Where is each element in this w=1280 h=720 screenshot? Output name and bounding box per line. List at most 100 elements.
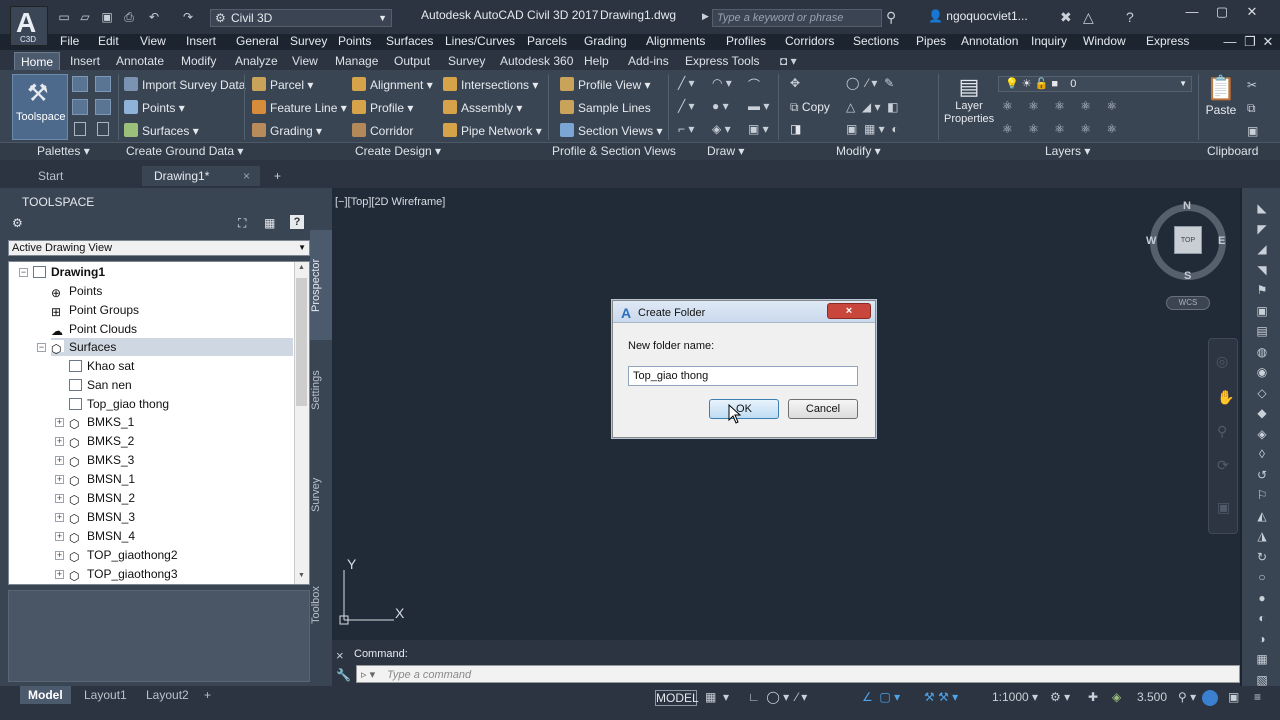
tab-annotate[interactable]: Annotate [116,52,164,70]
tab-manage[interactable]: Manage [335,52,378,70]
feature-line-button[interactable]: Feature Line ▾ [252,100,347,115]
line-icon[interactable]: ╱ ▾ [678,76,695,90]
surfaces-button[interactable]: Surfaces ▾ [124,123,199,138]
lock-icon[interactable]: ⚲ ▾ [1178,690,1196,704]
tree-folder-san-nen[interactable]: San nen [69,376,132,394]
tree-scrollbar-thumb[interactable] [296,278,307,406]
hatch-icon[interactable]: ◈ ▾ [712,122,731,136]
alignment-button[interactable]: Alignment ▾ [352,77,433,92]
menu-alignments[interactable]: Alignments [646,34,705,48]
tab-prospector[interactable]: Prospector [310,230,332,340]
toolspace-tree-icon[interactable]: ⛶ [238,216,246,231]
parcel-button[interactable]: Parcel ▾ [252,77,313,92]
viewcube-west[interactable]: W [1146,235,1156,247]
ok-button[interactable]: OK [709,399,779,419]
match-icon[interactable]: ▣ [1247,124,1258,138]
expand-icon[interactable]: + [55,570,64,579]
tree-folder-khao-sat[interactable]: Khao sat [69,357,134,375]
import-survey-data-button[interactable]: Import Survey Data [124,77,245,92]
viewport-controls[interactable]: [−][Top][2D Wireframe] [335,196,445,208]
intersections-button[interactable]: Intersections ▾ [443,77,538,92]
copy-button[interactable]: ⧉ Copy [790,100,830,115]
tab-survey-vertical[interactable]: Survey [310,440,332,550]
survey-icon[interactable] [72,99,88,115]
active-drawing-view-select[interactable]: Active Drawing View ▼ [8,240,310,256]
tab-model[interactable]: Model [20,686,71,704]
tree-item-point-groups[interactable]: ⊞ Point Groups [51,301,139,319]
arc-icon[interactable]: ◠ ▾ [712,76,732,90]
viewcube-south[interactable]: S [1184,270,1191,282]
panel-layers[interactable]: Layers ▾ [1045,144,1090,158]
prospector-icon[interactable] [72,76,88,92]
customize-status-icon[interactable]: ≡ [1254,690,1261,704]
paste-button[interactable]: 📋 Paste [1204,74,1238,117]
expand-icon[interactable]: + [55,551,64,560]
tab-layout1[interactable]: Layout1 [76,686,135,704]
stretch-icon[interactable]: ◨ [790,122,801,136]
layer-tools-row2[interactable]: ⚛ ⚛ ⚛ ⚛ ⚛ [1002,122,1123,136]
tab-drawing1[interactable]: Drawing1* × [142,166,260,186]
expand-icon[interactable]: + [55,437,64,446]
navigation-bar[interactable]: ◎ ✋ ⚲ ⟳ ▣ [1208,338,1238,534]
menu-express[interactable]: Express [1146,34,1189,48]
a360-icon[interactable]: △ [1083,9,1094,26]
close-command-icon[interactable]: × [336,648,344,663]
rectangle-icon[interactable]: ▬ ▾ [748,99,769,113]
menu-survey[interactable]: Survey [290,34,327,48]
doc-close-button[interactable]: ✕ [1256,34,1280,50]
tree-surface-top-giaothong3[interactable]: ⬡ TOP_giaothong3 [69,565,178,583]
search-input[interactable]: Type a keyword or phrase [712,9,882,27]
scroll-up-icon[interactable]: ▲ [298,264,305,271]
expand-icon[interactable]: ▶ [702,11,709,22]
grid-icon[interactable]: ▦ ▾ [705,690,729,704]
grading-button[interactable]: Grading ▾ [252,123,322,138]
fullscreen-icon[interactable]: ▣ [1228,690,1239,704]
tree-item-point-clouds[interactable]: ☁ Point Clouds [51,320,137,338]
settings-icon[interactable] [95,76,111,92]
assembly-button[interactable]: Assembly ▾ [443,100,522,115]
zoom-icon[interactable]: ⚲ [1217,423,1227,440]
menu-parcels[interactable]: Parcels [527,34,567,48]
scroll-down-icon[interactable]: ▼ [298,572,305,579]
workspace-icon[interactable]: ◈ [1112,690,1121,704]
polyline-icon[interactable]: ⌒ [748,76,760,93]
palette2-icon[interactable] [97,122,109,136]
osnap-icon[interactable]: ∠ ▢ ▾ [862,690,900,704]
layer-tools-row1[interactable]: ⚛ ⚛ ⚛ ⚛ ⚛ [1002,99,1123,113]
expand-icon[interactable]: + [55,513,64,522]
tab-settings-vertical[interactable]: Settings [310,340,332,440]
menu-edit[interactable]: Edit [98,34,119,48]
tree-surface-bmks-3[interactable]: ⬡ BMKS_3 [69,451,134,469]
user-account[interactable]: 👤 ngoquocviet1... [928,9,1028,23]
expand-icon[interactable]: + [55,456,64,465]
binoculars-icon[interactable]: ⚲ [886,9,896,26]
tree-surface-bmsn-2[interactable]: ⬡ BMSN_2 [69,489,135,507]
add-layout-button[interactable]: + [196,686,219,704]
layer-properties-button[interactable]: ▤ Layer Properties [944,74,994,126]
settings-icon[interactable]: ⚙ ▾ [1050,690,1070,704]
panel-create-ground-data[interactable]: Create Ground Data ▾ [126,144,243,158]
panel-clipboard[interactable]: Clipboard [1207,144,1258,158]
tab-analyze[interactable]: Analyze [235,52,278,70]
showmotion-icon[interactable]: ▣ [1217,499,1230,516]
menu-corridors[interactable]: Corridors [785,34,834,48]
menu-window[interactable]: Window [1083,34,1126,48]
corridor-button[interactable]: Corridor [352,123,413,138]
tab-start[interactable]: Start [26,166,144,186]
tree-surface-bmks-2[interactable]: ⬡ BMKS_2 [69,432,134,450]
close-button[interactable]: ✕ [1240,4,1264,20]
redo-icon[interactable]: ↷ [180,10,196,24]
restore-button[interactable]: ▢ [1210,4,1234,20]
close-tab-icon[interactable]: × [243,166,250,186]
new-tab-button[interactable]: + [262,166,293,186]
spline-icon[interactable]: ⌐ ▾ [678,122,694,136]
sample-lines-button[interactable]: Sample Lines [560,100,651,115]
tree-surface-bmsn-4[interactable]: ⬡ BMSN_4 [69,527,135,545]
plus-icon[interactable]: ✚ [1088,690,1098,704]
viewcube-top-face[interactable]: TOP [1174,226,1202,254]
tab-add-ins[interactable]: Add-ins [628,52,669,70]
save-icon[interactable]: ▣ [99,10,115,24]
ortho-icon[interactable]: ∟ ◯ ▾ ⁄ ▾ [748,690,807,704]
layer-dropdown[interactable]: 💡 ☀ 🔓 ■ 0 ▼ [998,76,1192,92]
expand-icon[interactable]: + [55,418,64,427]
